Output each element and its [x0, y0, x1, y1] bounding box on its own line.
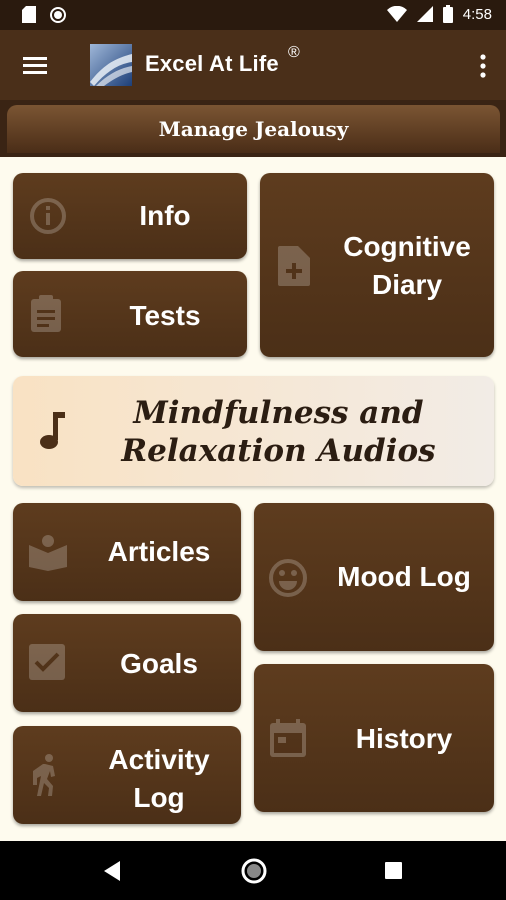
clipboard-icon: [31, 295, 61, 332]
activity-log-label: Activity Log: [108, 744, 210, 813]
info-label: Info: [139, 200, 191, 231]
cognitive-diary-tile[interactable]: Cognitive Diary: [260, 173, 494, 357]
wifi-icon: [386, 6, 407, 22]
history-label: History: [355, 723, 453, 754]
activity-log-tile[interactable]: Activity Log: [13, 726, 241, 824]
mindfulness-audios-label: Mindfulness and Relaxation Audios: [121, 395, 436, 469]
recents-icon[interactable]: [385, 862, 402, 879]
goals-label: Goals: [120, 648, 198, 679]
book-icon: [29, 535, 67, 571]
mindfulness-audios-banner[interactable]: Mindfulness and Relaxation Audios: [13, 376, 494, 486]
app-bar: Excel At Life ®: [0, 30, 506, 100]
signal-icon: [416, 6, 433, 22]
history-tile[interactable]: History: [254, 664, 494, 812]
walking-icon: [33, 754, 55, 796]
smiley-icon: [269, 559, 307, 597]
checkbox-icon: [29, 644, 65, 680]
articles-tile[interactable]: Articles: [13, 503, 241, 601]
add-file-icon: [278, 246, 310, 286]
articles-label: Articles: [107, 536, 211, 567]
calendar-icon: [270, 719, 306, 757]
app-title: Excel At Life: [145, 51, 279, 76]
app-logo: [90, 44, 132, 86]
tests-label: Tests: [129, 300, 201, 331]
section-bar: Manage Jealousy: [0, 100, 506, 157]
overflow-menu-icon[interactable]: [478, 52, 488, 80]
section-title: Manage Jealousy: [7, 105, 500, 153]
circle-icon: [50, 6, 66, 23]
mood-log-label: Mood Log: [337, 561, 471, 592]
home-icon[interactable]: [241, 858, 267, 884]
status-bar: 4:58: [0, 0, 506, 30]
mood-log-tile[interactable]: Mood Log: [254, 503, 494, 651]
navigation-bar: [0, 841, 506, 900]
battery-icon: [442, 5, 453, 23]
info-tile[interactable]: Info: [13, 173, 247, 259]
registered-mark: ®: [288, 44, 300, 61]
back-icon[interactable]: [104, 861, 122, 881]
cognitive-diary-label: Cognitive Diary: [343, 231, 471, 300]
tests-tile[interactable]: Tests: [13, 271, 247, 357]
menu-icon[interactable]: [22, 52, 48, 78]
music-note-icon: [40, 412, 65, 449]
sd-card-icon: [22, 6, 36, 23]
goals-tile[interactable]: Goals: [13, 614, 241, 712]
info-icon: [30, 198, 66, 234]
status-time: 4:58: [462, 5, 492, 23]
